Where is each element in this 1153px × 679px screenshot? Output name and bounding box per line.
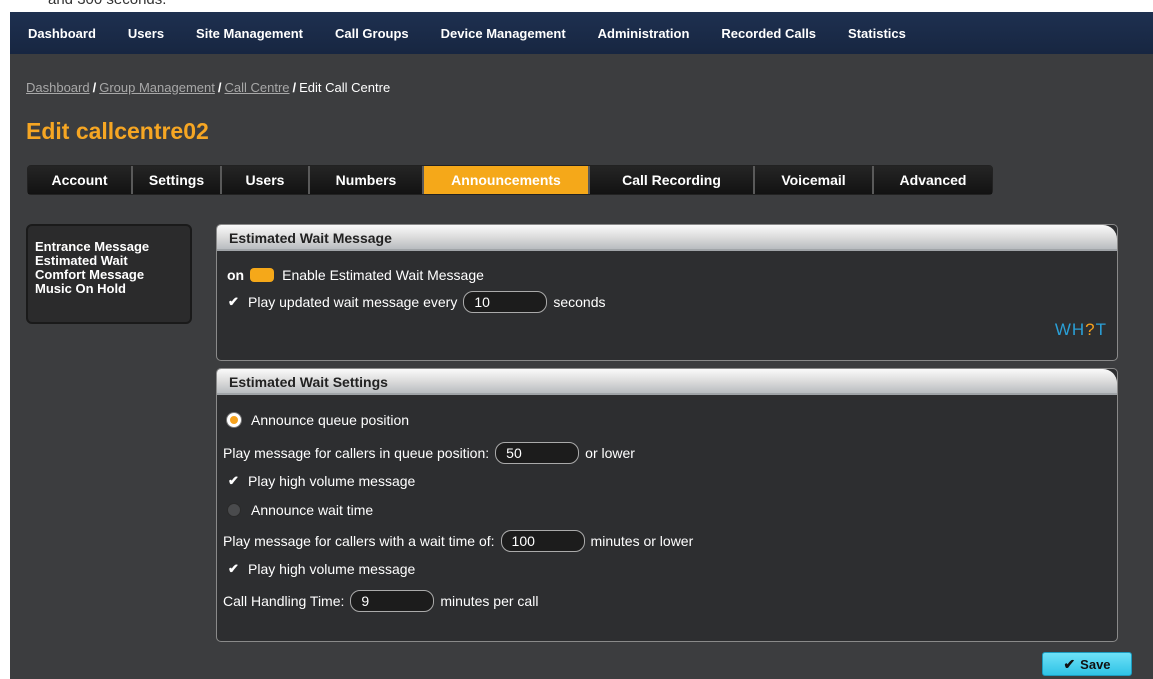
document-text: and 300 seconds. bbox=[48, 0, 166, 8]
play-updated-label: Play updated wait message every bbox=[248, 294, 458, 310]
queue-position-input[interactable] bbox=[495, 442, 580, 464]
high-volume-row-1: ✔ Play high volume message bbox=[227, 473, 415, 489]
estimated-wait-message-panel: Estimated Wait Message on Enable Estimat… bbox=[216, 224, 1118, 361]
logo-question: ? bbox=[1085, 320, 1096, 339]
logo-t: T bbox=[1095, 320, 1107, 339]
tab-voicemail[interactable]: Voicemail bbox=[755, 166, 874, 194]
save-button[interactable]: ✔ Save bbox=[1042, 652, 1132, 676]
nav-statistics[interactable]: Statistics bbox=[832, 26, 922, 41]
page-title: Edit callcentre02 bbox=[26, 118, 209, 144]
play-interval-unit: seconds bbox=[553, 294, 606, 310]
high-volume-label-2: Play high volume message bbox=[248, 561, 416, 577]
handling-time-input[interactable] bbox=[350, 590, 435, 612]
play-updated-checkbox[interactable]: ✔ bbox=[227, 294, 240, 309]
nav-call-groups[interactable]: Call Groups bbox=[319, 26, 425, 41]
tab-bar: Account Settings Users Numbers Announcem… bbox=[27, 165, 993, 195]
announce-wait-label: Announce wait time bbox=[251, 502, 374, 518]
breadcrumb: Dashboard / Group Management / Call Centre / E… bbox=[26, 80, 390, 95]
queue-position-label: Play message for callers in queue positi… bbox=[223, 445, 490, 461]
wait-time-input[interactable] bbox=[500, 530, 585, 552]
save-label: Save bbox=[1080, 656, 1111, 672]
breadcrumb-separator: / bbox=[217, 80, 222, 95]
top-navigation: Dashboard Users Site Management Call Gro… bbox=[10, 12, 1153, 54]
menu-estimated-wait[interactable]: Estimated Wait bbox=[35, 254, 190, 268]
tab-users[interactable]: Users bbox=[222, 166, 310, 194]
panel-header: Estimated Wait Settings bbox=[217, 369, 1117, 395]
handling-time-label: Call Handling Time: bbox=[223, 593, 345, 609]
nav-dashboard[interactable]: Dashboard bbox=[10, 26, 112, 41]
logo-wh: WH bbox=[1054, 320, 1086, 339]
handling-time-suffix: minutes per call bbox=[440, 593, 539, 609]
breadcrumb-group-management[interactable]: Group Management bbox=[99, 80, 215, 95]
tab-account[interactable]: Account bbox=[28, 166, 133, 194]
announce-queue-row: Announce queue position bbox=[227, 412, 409, 428]
left-menu: Entrance Message Estimated Wait Comfort … bbox=[26, 224, 192, 324]
nav-users[interactable]: Users bbox=[112, 26, 180, 41]
tab-settings[interactable]: Settings bbox=[133, 166, 222, 194]
queue-position-row: Play message for callers in queue positi… bbox=[223, 442, 635, 464]
toggle-state-label: on bbox=[227, 267, 245, 283]
enable-toggle[interactable] bbox=[250, 268, 275, 282]
tab-advanced[interactable]: Advanced bbox=[874, 166, 992, 194]
breadcrumb-dashboard[interactable]: Dashboard bbox=[26, 80, 90, 95]
whot-logo: WH?T bbox=[1055, 320, 1107, 340]
tab-announcements[interactable]: Announcements bbox=[424, 166, 590, 194]
high-volume-row-2: ✔ Play high volume message bbox=[227, 561, 415, 577]
menu-music-on-hold[interactable]: Music On Hold bbox=[35, 282, 190, 296]
enable-row: on Enable Estimated Wait Message bbox=[227, 267, 484, 283]
breadcrumb-call-centre[interactable]: Call Centre bbox=[224, 80, 289, 95]
tab-call-recording[interactable]: Call Recording bbox=[590, 166, 755, 194]
estimated-wait-settings-panel: Estimated Wait Settings Announce queue p… bbox=[216, 368, 1118, 642]
nav-recorded-calls[interactable]: Recorded Calls bbox=[705, 26, 832, 41]
wait-time-row: Play message for callers with a wait tim… bbox=[223, 530, 693, 552]
menu-comfort-message[interactable]: Comfort Message bbox=[35, 268, 190, 282]
nav-device-management[interactable]: Device Management bbox=[425, 26, 582, 41]
high-volume-checkbox-1[interactable]: ✔ bbox=[227, 473, 240, 488]
nav-administration[interactable]: Administration bbox=[582, 26, 706, 41]
wait-time-label: Play message for callers with a wait tim… bbox=[223, 533, 495, 549]
play-updated-row: ✔ Play updated wait message every second… bbox=[227, 291, 606, 313]
wait-time-suffix: minutes or lower bbox=[590, 533, 694, 549]
menu-entrance-message[interactable]: Entrance Message bbox=[35, 240, 190, 254]
play-interval-input[interactable] bbox=[463, 291, 548, 313]
document-fragment: and 300 seconds. bbox=[0, 0, 1153, 12]
queue-position-suffix: or lower bbox=[585, 445, 635, 461]
enable-label: Enable Estimated Wait Message bbox=[282, 267, 484, 283]
announce-queue-label: Announce queue position bbox=[251, 412, 410, 428]
high-volume-checkbox-2[interactable]: ✔ bbox=[227, 561, 240, 576]
announce-wait-row: Announce wait time bbox=[227, 502, 373, 518]
app-window: Dashboard Users Site Management Call Gro… bbox=[10, 12, 1153, 679]
breadcrumb-separator: / bbox=[292, 80, 297, 95]
high-volume-label-1: Play high volume message bbox=[248, 473, 416, 489]
breadcrumb-separator: / bbox=[92, 80, 97, 95]
breadcrumb-current: Edit Call Centre bbox=[299, 80, 391, 95]
tab-numbers[interactable]: Numbers bbox=[310, 166, 424, 194]
checkmark-icon: ✔ bbox=[1063, 655, 1076, 672]
handling-time-row: Call Handling Time: minutes per call bbox=[223, 590, 538, 612]
nav-site-management[interactable]: Site Management bbox=[180, 26, 319, 41]
announce-wait-radio[interactable] bbox=[227, 503, 241, 517]
announce-queue-radio[interactable] bbox=[227, 413, 241, 427]
panel-header: Estimated Wait Message bbox=[217, 225, 1117, 251]
